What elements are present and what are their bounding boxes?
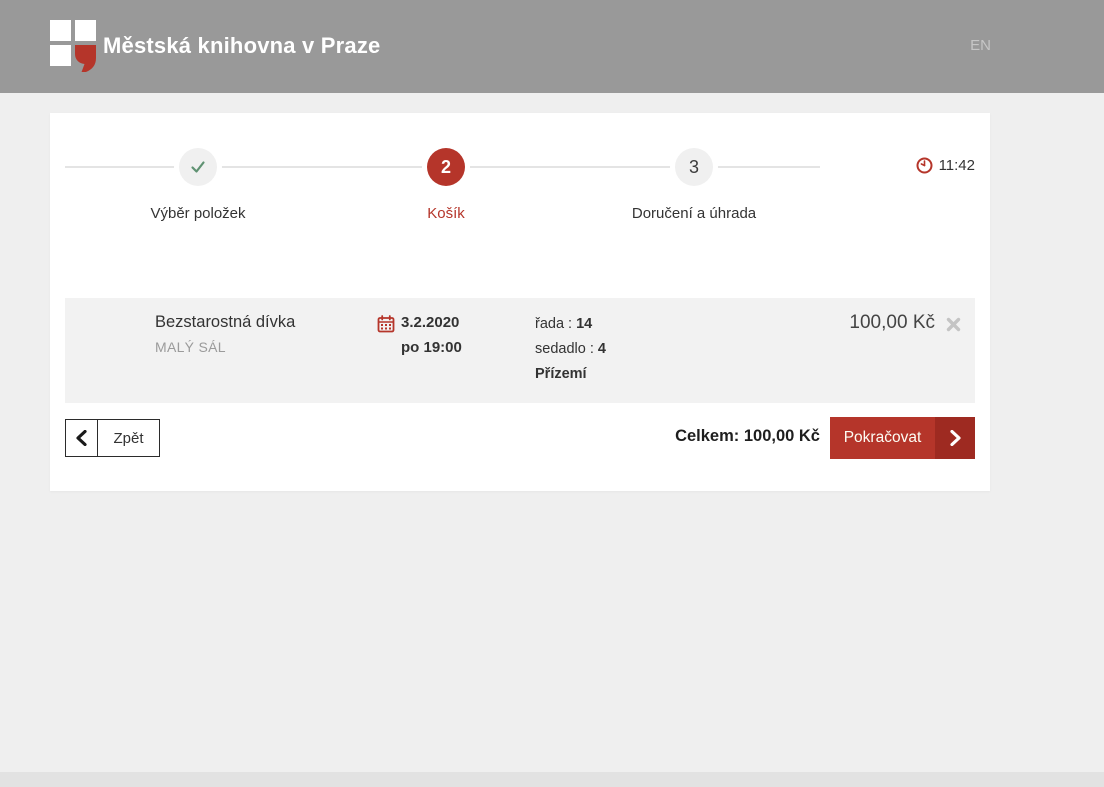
- clock-icon: [916, 157, 933, 174]
- chevron-left-icon: [66, 420, 98, 456]
- item-date: 3.2.2020: [401, 314, 460, 331]
- step-2-label[interactable]: Košík: [326, 205, 566, 222]
- language-link[interactable]: EN: [970, 37, 991, 54]
- chevron-right-icon: [935, 417, 975, 459]
- remove-item-button[interactable]: [944, 315, 962, 333]
- cart-item-row: Bezstarostná dívka MALÝ SÁL 3.2.2020 po …: [65, 298, 975, 403]
- close-icon: [946, 317, 960, 331]
- item-floor: Přízemí: [535, 366, 587, 382]
- back-button-label: Zpět: [113, 429, 144, 447]
- cart-total: Celkem: 100,00 Kč: [675, 427, 820, 446]
- step-3-number: 3: [688, 156, 699, 177]
- continue-button[interactable]: Pokračovat: [830, 417, 975, 459]
- back-button[interactable]: Zpět: [65, 419, 160, 457]
- calendar-icon: [377, 315, 395, 333]
- continue-button-label: Pokračovat: [843, 429, 922, 446]
- total-value: 100,00 Kč: [743, 427, 820, 445]
- item-time: po 19:00: [401, 339, 462, 356]
- checkout-card: 2 3 Výběr položek Košík Doručení a úhrad…: [50, 113, 990, 491]
- step-1-label[interactable]: Výběr položek: [78, 205, 318, 222]
- page: Městská knihovna v Praze EN 2 3 Výběr po…: [0, 0, 1104, 787]
- step-3-circle: 3: [675, 148, 713, 186]
- item-title: Bezstarostná dívka: [155, 313, 296, 331]
- item-titles: Bezstarostná dívka MALÝ SÁL: [155, 313, 295, 355]
- timer-value: 11:42: [938, 157, 975, 174]
- total-label: Celkem:: [675, 427, 744, 445]
- header: Městská knihovna v Praze EN: [0, 0, 1104, 93]
- check-icon: [191, 161, 205, 173]
- step-1-circle[interactable]: [179, 148, 217, 186]
- item-venue: MALÝ SÁL: [155, 339, 226, 355]
- item-seat-row: řada : 14: [535, 316, 593, 332]
- step-2-circle[interactable]: 2: [427, 148, 465, 186]
- item-price: 100,00 Kč: [849, 312, 935, 333]
- item-seat-number: sedadlo : 4: [535, 341, 606, 357]
- session-timer: 11:42: [916, 157, 975, 174]
- step-3-label: Doručení a úhrada: [631, 205, 757, 222]
- library-logo-icon: [50, 20, 96, 72]
- item-seat-info: řada : 14 sedadlo : 4 Přízemí: [535, 312, 606, 387]
- app-title: Městská knihovna v Praze: [103, 33, 381, 58]
- footer-bar: [0, 772, 1104, 787]
- step-2-number: 2: [440, 156, 451, 177]
